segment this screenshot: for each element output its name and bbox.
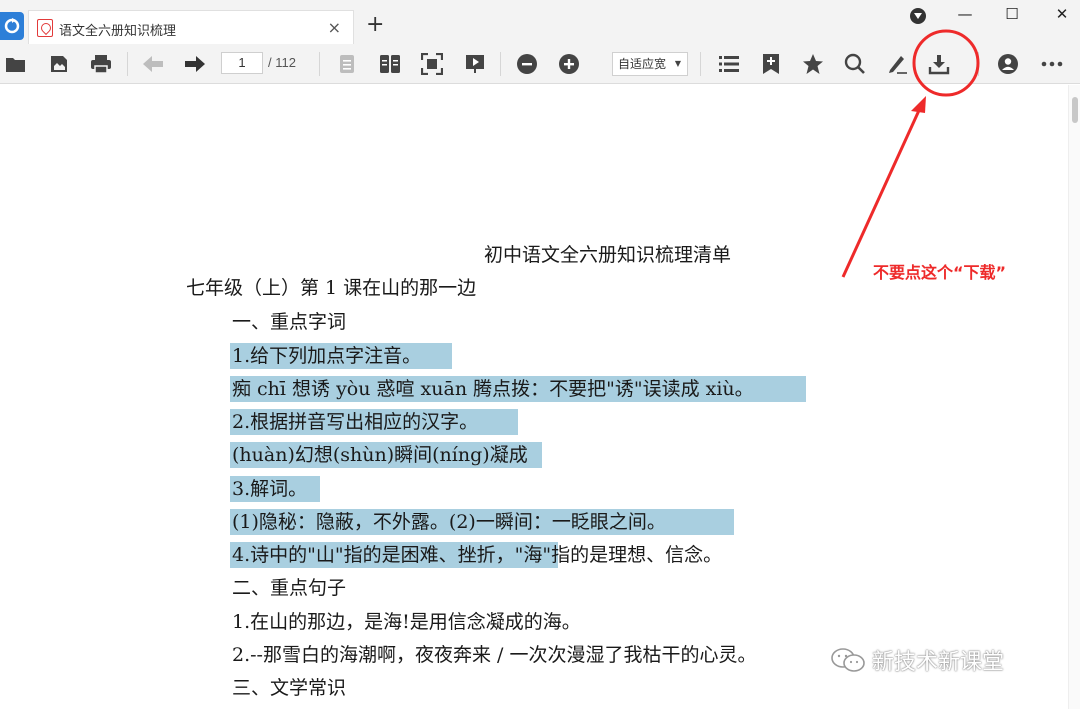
wechat-icon xyxy=(831,648,865,672)
annotation-arrow-line xyxy=(841,105,923,278)
annotation-overlay xyxy=(841,29,980,278)
watermark-text: 新技术新课堂 xyxy=(872,650,1005,675)
watermark: 新技术新课堂 xyxy=(830,644,1004,676)
annotation-text: 不要点这个“下载” xyxy=(873,263,1007,282)
annotation-circle xyxy=(912,29,980,97)
annotation-arrow-head xyxy=(911,96,926,113)
